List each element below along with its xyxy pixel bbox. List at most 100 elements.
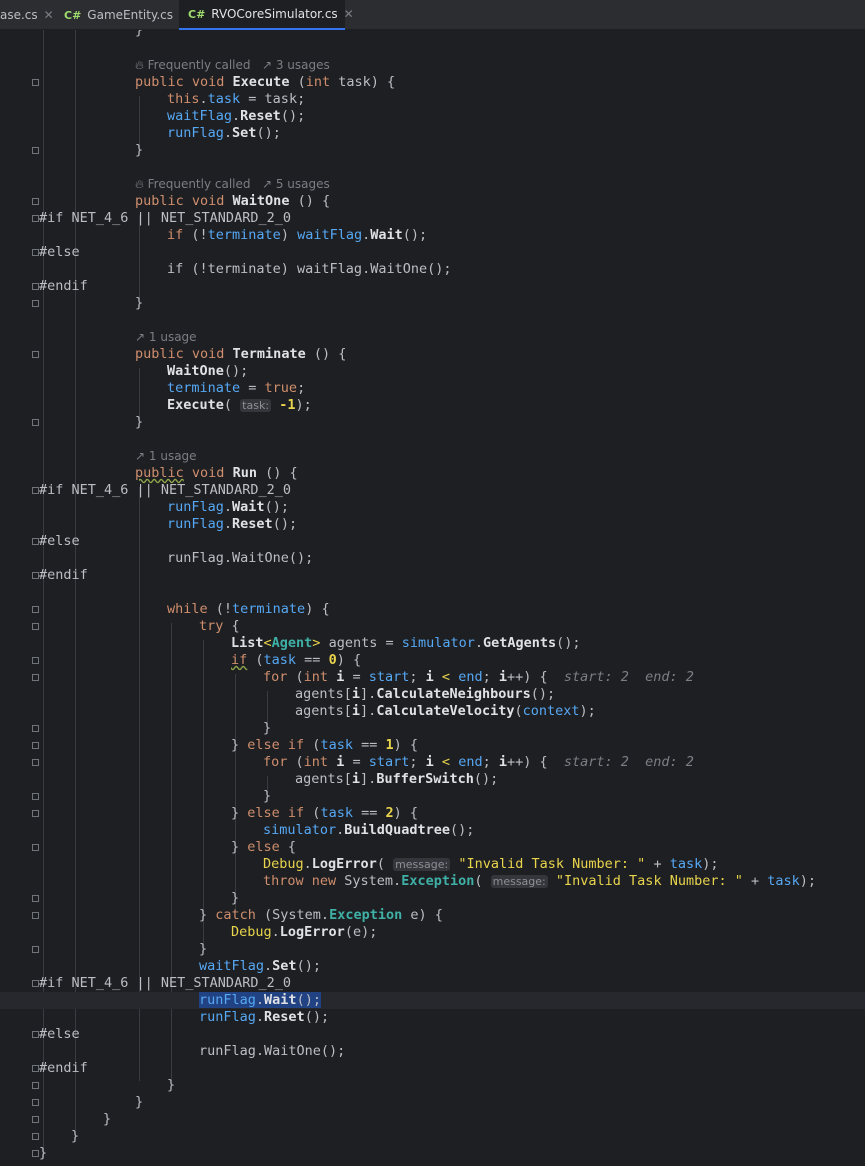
code-line[interactable]: Debug.LogError( message: "Invalid Task N… bbox=[0, 856, 865, 873]
code-line-current[interactable]: runFlag.Wait(); bbox=[0, 992, 865, 1009]
code-line[interactable]: simulator.BuildQuadtree(); bbox=[0, 822, 865, 839]
tab-rvocoresimulator-cs[interactable]: C# RVOCoreSimulator.cs ✕ bbox=[179, 0, 354, 30]
code-line[interactable]: runFlag.Wait(); bbox=[0, 499, 865, 516]
fold-icon[interactable] bbox=[32, 215, 39, 222]
code-line[interactable]: } bbox=[0, 1077, 865, 1094]
code-line[interactable]: public void Run () { bbox=[0, 465, 865, 482]
fold-icon[interactable] bbox=[32, 487, 39, 494]
fold-icon[interactable] bbox=[32, 1099, 39, 1106]
code-line[interactable]: } bbox=[0, 1111, 865, 1128]
fold-icon[interactable] bbox=[32, 793, 39, 800]
code-line[interactable]: runFlag.Reset(); bbox=[0, 1009, 865, 1026]
fold-icon[interactable] bbox=[32, 419, 39, 426]
code-lens-run[interactable]: ↗ 1 usage bbox=[135, 448, 197, 465]
fold-icon[interactable] bbox=[32, 742, 39, 749]
code-line[interactable]: } bbox=[0, 1094, 865, 1111]
code-line[interactable]: #if NET_4_6 || NET_STANDARD_2_0 bbox=[0, 482, 865, 499]
fold-icon[interactable] bbox=[32, 1150, 39, 1157]
fold-icon[interactable] bbox=[32, 1133, 39, 1140]
fold-icon[interactable] bbox=[32, 1031, 39, 1038]
code-line[interactable]: #endif bbox=[0, 278, 865, 295]
code-line[interactable]: waitFlag.Set(); bbox=[0, 958, 865, 975]
code-line[interactable]: if (!terminate) waitFlag.WaitOne(); bbox=[0, 261, 865, 278]
code-line[interactable]: public void Execute (int task) { bbox=[0, 74, 865, 91]
code-line[interactable]: agents[i].CalculateNeighbours(); bbox=[0, 686, 865, 703]
code-lens-waitone[interactable]: 🔥︎ Frequently called ↗ 5 usages bbox=[135, 176, 330, 193]
code-line[interactable]: while (!terminate) { bbox=[0, 601, 865, 618]
fold-icon[interactable] bbox=[32, 538, 39, 545]
code-line[interactable]: public void WaitOne () { bbox=[0, 193, 865, 210]
code-line[interactable]: try { bbox=[0, 618, 865, 635]
code-lens-terminate[interactable]: ↗ 1 usage bbox=[135, 329, 197, 346]
code-lens-execute[interactable]: 🔥︎ Frequently called ↗ 3 usages bbox=[135, 57, 330, 74]
code-line[interactable]: runFlag.WaitOne(); bbox=[0, 1043, 865, 1060]
code-line[interactable]: runFlag.Set(); bbox=[0, 125, 865, 142]
code-line[interactable]: agents[i].CalculateVelocity(context); bbox=[0, 703, 865, 720]
code-line[interactable]: } bbox=[0, 941, 865, 958]
code-line[interactable]: } bbox=[0, 1128, 865, 1145]
code-line[interactable]: WaitOne(); bbox=[0, 363, 865, 380]
tab-ase-cs[interactable]: ase.cs ✕ bbox=[0, 0, 56, 30]
code-line[interactable]: public void Terminate () { bbox=[0, 346, 865, 363]
fold-icon[interactable] bbox=[32, 300, 39, 307]
code-line[interactable]: #endif bbox=[0, 1060, 865, 1077]
fold-icon[interactable] bbox=[32, 895, 39, 902]
fold-icon[interactable] bbox=[32, 912, 39, 919]
code-line[interactable]: this.task = task; bbox=[0, 91, 865, 108]
code-line[interactable]: } bbox=[0, 414, 865, 431]
code-line[interactable]: List<Agent> agents = simulator.GetAgents… bbox=[0, 635, 865, 652]
lens-usages[interactable]: 1 usage bbox=[149, 330, 197, 344]
code-editor[interactable]: } 🔥︎ Frequently called ↗ 3 usages public… bbox=[0, 30, 865, 1166]
code-line[interactable]: } else { bbox=[0, 839, 865, 856]
code-line[interactable]: } bbox=[0, 30, 865, 39]
fold-icon[interactable] bbox=[32, 1116, 39, 1123]
code-line[interactable]: agents[i].BufferSwitch(); bbox=[0, 771, 865, 788]
code-line[interactable]: } else if (task == 2) { bbox=[0, 805, 865, 822]
fold-icon[interactable] bbox=[32, 623, 39, 630]
fold-icon[interactable] bbox=[32, 1082, 39, 1089]
code-line[interactable]: runFlag.WaitOne(); bbox=[0, 550, 865, 567]
code-line[interactable]: terminate = true; bbox=[0, 380, 865, 397]
code-line[interactable]: if (task == 0) { bbox=[0, 652, 865, 669]
fold-icon[interactable] bbox=[32, 980, 39, 987]
code-line[interactable]: } bbox=[0, 142, 865, 159]
code-line[interactable]: #if NET_4_6 || NET_STANDARD_2_0 bbox=[0, 210, 865, 227]
fold-icon[interactable] bbox=[32, 572, 39, 579]
code-line[interactable]: } bbox=[0, 1145, 865, 1162]
tab-gameentity-cs[interactable]: C# GameEntity.cs ✕ bbox=[56, 0, 189, 30]
code-line[interactable]: #else bbox=[0, 244, 865, 261]
fold-icon[interactable] bbox=[32, 351, 39, 358]
code-line[interactable]: } bbox=[0, 720, 865, 737]
code-line[interactable]: #else bbox=[0, 1026, 865, 1043]
code-line[interactable]: #if NET_4_6 || NET_STANDARD_2_0 bbox=[0, 975, 865, 992]
fold-icon[interactable] bbox=[32, 79, 39, 86]
fold-icon[interactable] bbox=[32, 725, 39, 732]
fold-icon[interactable] bbox=[32, 283, 39, 290]
code-line[interactable]: #else bbox=[0, 533, 865, 550]
fold-icon[interactable] bbox=[32, 946, 39, 953]
fold-icon[interactable] bbox=[32, 249, 39, 256]
code-line[interactable]: waitFlag.Reset(); bbox=[0, 108, 865, 125]
fold-icon[interactable] bbox=[32, 810, 39, 817]
close-icon[interactable]: ✕ bbox=[44, 8, 54, 22]
fold-icon[interactable] bbox=[32, 147, 39, 154]
code-line[interactable]: } bbox=[0, 890, 865, 907]
code-line[interactable]: for (int i = start; i < end; i++) { star… bbox=[0, 669, 865, 686]
code-line[interactable]: } catch (System.Exception e) { bbox=[0, 907, 865, 924]
fold-icon[interactable] bbox=[32, 657, 39, 664]
fold-icon[interactable] bbox=[32, 674, 39, 681]
fold-icon[interactable] bbox=[32, 198, 39, 205]
code-line[interactable]: if (!terminate) waitFlag.Wait(); bbox=[0, 227, 865, 244]
code-line[interactable]: for (int i = start; i < end; i++) { star… bbox=[0, 754, 865, 771]
code-line[interactable]: } bbox=[0, 788, 865, 805]
fold-icon[interactable] bbox=[32, 1065, 39, 1072]
code-line[interactable]: Execute( task: -1); bbox=[0, 397, 865, 414]
fold-icon[interactable] bbox=[32, 606, 39, 613]
code-line[interactable]: throw new System.Exception( message: "In… bbox=[0, 873, 865, 890]
code-line[interactable]: } else if (task == 1) { bbox=[0, 737, 865, 754]
lens-usages[interactable]: 5 usages bbox=[276, 177, 330, 191]
lens-usages[interactable]: 1 usage bbox=[149, 449, 197, 463]
fold-icon[interactable] bbox=[32, 844, 39, 851]
close-icon[interactable]: ✕ bbox=[344, 7, 354, 21]
code-line[interactable]: Debug.LogError(e); bbox=[0, 924, 865, 941]
